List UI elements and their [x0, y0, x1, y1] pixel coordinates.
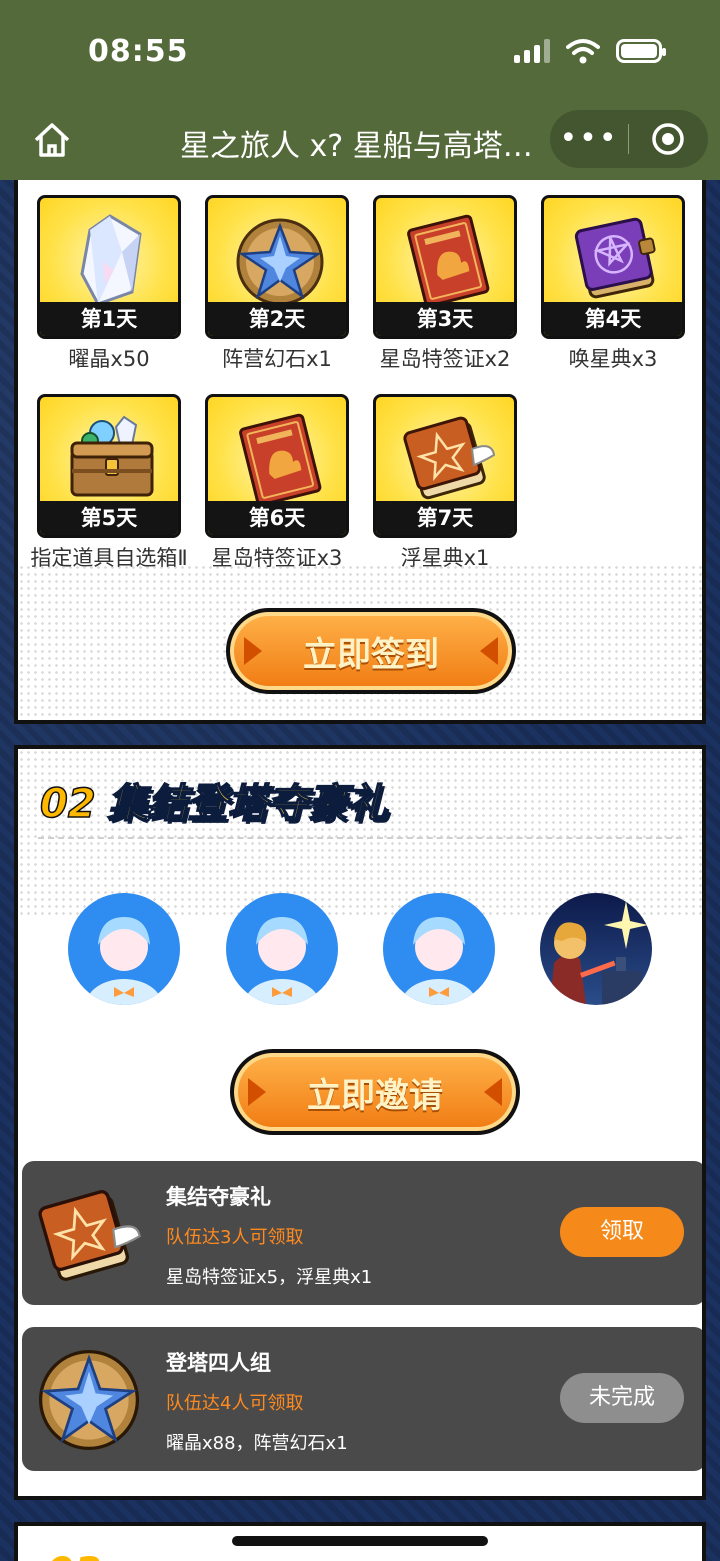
purple-tome-icon: [574, 217, 656, 299]
reward-tile: 第3天: [373, 195, 517, 339]
star-medallion-icon: [236, 218, 324, 306]
reward-name: 浮星典x1: [400, 546, 490, 570]
top-bar: 08:55 星之旅人 x? 星船与高塔… •••: [0, 0, 720, 180]
task-title: 集结夺豪礼: [166, 1185, 271, 1209]
reward-name: 阵营幻石x1: [222, 347, 332, 371]
checkin-day-3[interactable]: 第3天 星岛特签证x2: [373, 195, 517, 373]
divider: [38, 837, 682, 839]
section-number: 03: [46, 1550, 102, 1561]
star-medallion-icon: [38, 1349, 140, 1451]
section-title: 集结登塔夺豪礼: [107, 780, 389, 828]
checkin-button[interactable]: 立即签到: [226, 608, 516, 694]
checkin-day-4[interactable]: 第4天 唤星典x3: [541, 195, 685, 373]
target-close-icon: [652, 123, 684, 155]
claim-button[interactable]: 领取: [560, 1207, 684, 1257]
checkin-panel: 第1天 曜晶x50 第2天 阵营幻石x1 第3天 星岛特签证x2 第4天 唤星典…: [14, 160, 706, 724]
default-avatar-icon: [383, 893, 495, 1005]
team-member-avatar[interactable]: [540, 893, 652, 1005]
day-label: 第7天: [376, 501, 514, 535]
status-icons: [514, 38, 666, 64]
cellular-signal-icon: [514, 39, 550, 63]
visa-scroll-icon: [239, 413, 322, 507]
task-condition: 队伍达4人可领取: [166, 1393, 304, 1414]
reward-tile: 第5天: [37, 394, 181, 538]
crystal-icon: [80, 214, 142, 306]
day-label: 第3天: [376, 302, 514, 336]
day-label: 第6天: [208, 501, 346, 535]
checkin-day-1[interactable]: 第1天 曜晶x50: [37, 195, 181, 373]
orange-tome-icon: [403, 416, 496, 500]
mini-program-capsule: •••: [550, 110, 708, 168]
team-task-row: 登塔四人组 队伍达4人可领取 曜晶x88，阵营幻石x1 未完成: [22, 1327, 702, 1471]
reward-name: 曜晶x50: [68, 347, 150, 371]
day-label: 第5天: [40, 501, 178, 535]
wifi-icon: [566, 39, 600, 64]
page-title: 星之旅人 x? 星船与高塔…: [180, 129, 533, 164]
home-icon[interactable]: [30, 118, 74, 162]
incomplete-button[interactable]: 未完成: [560, 1373, 684, 1423]
reward-tile: 第7天: [373, 394, 517, 538]
default-avatar-icon: [226, 893, 338, 1005]
checkin-day-2[interactable]: 第2天 阵营幻石x1: [205, 195, 349, 373]
reward-tile: 第4天: [541, 195, 685, 339]
home-indicator[interactable]: [232, 1536, 488, 1546]
reward-name: 指定道具自选箱Ⅱ: [30, 546, 188, 570]
day-label: 第2天: [208, 302, 346, 336]
day-label: 第4天: [544, 302, 682, 336]
default-avatar-icon: [68, 893, 180, 1005]
checkin-day-5[interactable]: 第5天 指定道具自选箱Ⅱ: [30, 394, 188, 572]
player-avatar-icon: [540, 893, 652, 1005]
visa-scroll-icon: [407, 214, 490, 308]
team-slot-2[interactable]: [226, 893, 338, 1005]
checkin-day-6[interactable]: 第6天 星岛特签证x3: [205, 394, 349, 572]
team-task-row: 集结夺豪礼 队伍达3人可领取 星岛特签证x5，浮星典x1 领取: [22, 1161, 702, 1305]
team-panel: 02 集结登塔夺豪礼 立即邀请 集结夺豪礼 队伍达3人可领取 星岛特签证x5，浮…: [14, 745, 706, 1500]
task-condition: 队伍达3人可领取: [166, 1227, 304, 1248]
checkin-day-7[interactable]: 第7天 浮星典x1: [373, 394, 517, 572]
team-slot-3[interactable]: [383, 893, 495, 1005]
reward-tile: 第1天: [37, 195, 181, 339]
task-rewards: 曜晶x88，阵营幻石x1: [166, 1433, 348, 1454]
reward-tile: 第6天: [205, 394, 349, 538]
section-heading: 02 集结登塔夺豪礼: [39, 771, 389, 829]
orange-tome-icon: [38, 1190, 141, 1281]
close-program-button[interactable]: [629, 122, 707, 156]
task-rewards: 星岛特签证x5，浮星典x1: [166, 1267, 373, 1288]
reward-name: 星岛特签证x3: [211, 546, 343, 570]
team-slot-1[interactable]: [68, 893, 180, 1005]
section-number: 02: [39, 780, 96, 828]
battery-icon: [616, 39, 666, 63]
day-label: 第1天: [40, 302, 178, 336]
reward-name: 唤星典x3: [568, 347, 658, 371]
task-title: 登塔四人组: [166, 1351, 271, 1375]
invite-button[interactable]: 立即邀请: [230, 1049, 520, 1135]
status-time: 08:55: [88, 34, 189, 69]
treasure-chest-icon: [70, 415, 154, 497]
reward-tile: 第2天: [205, 195, 349, 339]
more-menu-button[interactable]: •••: [550, 110, 628, 168]
reward-name: 星岛特签证x2: [379, 347, 511, 371]
